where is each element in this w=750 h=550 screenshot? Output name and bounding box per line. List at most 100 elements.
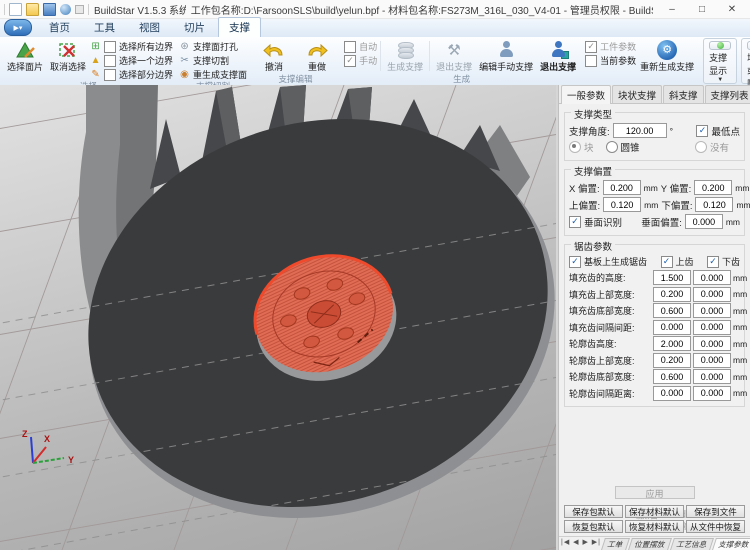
tab-nav-arrows[interactable]: |◀ ◀ ▶ ▶| xyxy=(561,538,601,546)
regen-surface-button[interactable]: ◉ 重生成支撑面 xyxy=(179,68,247,81)
contour-tooth-gap-input2[interactable] xyxy=(693,386,731,401)
window-controls: – □ ✕ xyxy=(658,1,746,17)
auto-label: 自动 xyxy=(359,40,377,53)
ribbon-group-support-edit: 撤消 重做 支撑编辑 xyxy=(251,37,340,85)
contour-tooth-height-input2[interactable] xyxy=(693,336,731,351)
vertical-face-checkbox[interactable] xyxy=(569,216,581,228)
fill-tooth-top-width-input2[interactable] xyxy=(693,287,731,302)
up-offset-input[interactable] xyxy=(603,197,641,212)
viewport-3d[interactable]: Z X Y xyxy=(0,85,556,550)
apply-button[interactable]: 应用 xyxy=(615,486,695,499)
add-remove-support-dropdown[interactable]: 增加或删除支撑 ▼ xyxy=(741,38,750,84)
tab-support-list[interactable]: 支撑列表 xyxy=(705,85,750,103)
app-menu-orb[interactable]: ▶▾ xyxy=(4,19,32,36)
vertical-offset-input[interactable] xyxy=(685,214,723,229)
angle-label: 支撑角度: xyxy=(569,124,610,138)
minimize-button[interactable]: – xyxy=(658,1,686,17)
support-display-dropdown[interactable]: 支撑显示 ▼ xyxy=(703,38,737,84)
database-icon xyxy=(397,39,414,60)
restore-from-file-button[interactable]: 从文件中恢复 xyxy=(686,520,745,533)
fill-tooth-bottom-width-input[interactable] xyxy=(653,303,691,318)
tab-tools[interactable]: 工具 xyxy=(83,17,126,37)
contour-tooth-top-width-input[interactable] xyxy=(653,353,691,368)
fill-tooth-top-width-input[interactable] xyxy=(653,287,691,302)
person-disc-icon xyxy=(499,39,514,60)
select-one-boundary-checkbox[interactable] xyxy=(104,55,116,67)
contour-tooth-height-input[interactable] xyxy=(653,336,691,351)
divider xyxy=(88,4,89,15)
tab-slant-support[interactable]: 斜支撑 xyxy=(663,85,704,103)
regen-support-button[interactable]: ⚙ 重新生成支撑 xyxy=(637,38,697,73)
base-sawtooth-checkbox[interactable] xyxy=(569,256,581,268)
restore-material-default-button[interactable]: 恢复材料默认 xyxy=(625,520,684,533)
radio-none[interactable] xyxy=(695,141,707,153)
upper-tooth-checkbox[interactable] xyxy=(661,256,673,268)
select-part-boundary-checkbox[interactable] xyxy=(104,69,116,81)
current-params-checkbox[interactable] xyxy=(585,55,597,67)
new-file-icon[interactable] xyxy=(9,3,22,16)
lower-tooth-checkbox[interactable] xyxy=(707,256,719,268)
maximize-button[interactable]: □ xyxy=(688,1,716,17)
select-one-boundary-label: 选择一个边界 xyxy=(119,54,173,67)
scissors-icon: ✂ xyxy=(179,56,190,66)
fill-tooth-gap-input[interactable] xyxy=(653,320,691,335)
save-package-default-button[interactable]: 保存包默认 xyxy=(564,505,623,518)
contour-tooth-bottom-width-input[interactable] xyxy=(653,369,691,384)
y-offset-input[interactable] xyxy=(694,180,732,195)
tab-block-support[interactable]: 块状支撑 xyxy=(612,85,662,103)
save-material-default-button[interactable]: 保存材料默认 xyxy=(625,505,684,518)
tab-home[interactable]: 首页 xyxy=(38,17,81,37)
bottom-tab-2[interactable]: 位置摆放 xyxy=(628,538,672,550)
fill-tooth-bottom-width-input2[interactable] xyxy=(693,303,731,318)
fill-tooth-gap-input2[interactable] xyxy=(693,320,731,335)
edit-manual-support-button[interactable]: 编辑手动支撑 xyxy=(476,38,536,73)
open-folder-icon[interactable] xyxy=(26,3,39,16)
down-offset-input[interactable] xyxy=(695,197,733,212)
undo-button[interactable]: 撤消 xyxy=(253,38,295,73)
select-patch-button[interactable]: 选择面片 xyxy=(4,38,46,73)
redo-button[interactable]: 重做 xyxy=(296,38,338,73)
generate-support-button[interactable]: 生成支撑 xyxy=(384,38,426,73)
divider xyxy=(429,41,430,71)
radio-block[interactable] xyxy=(569,141,581,153)
tab-slice[interactable]: 切片 xyxy=(173,17,216,37)
save-icon[interactable] xyxy=(43,3,56,16)
tab-support[interactable]: 支撑 xyxy=(218,17,261,37)
support-punch-button[interactable]: ⊛ 支撑面打孔 xyxy=(179,40,247,53)
tab-view[interactable]: 视图 xyxy=(128,17,171,37)
contour-tooth-bottom-width-input2[interactable] xyxy=(693,369,731,384)
bottom-tab-1[interactable]: 工单 xyxy=(601,538,630,550)
about-icon[interactable] xyxy=(60,4,71,15)
support-type-group: 支撑类型 支撑角度: ° 最低点 块 圆锥 没有 xyxy=(564,112,745,161)
exit-support-button-2[interactable]: 退出支撑 xyxy=(537,38,579,73)
bottom-tab-support-params[interactable]: 支撑参数 xyxy=(712,538,750,550)
save-to-file-button[interactable]: 保存到文件 xyxy=(686,505,745,518)
contour-tooth-gap-input[interactable] xyxy=(653,386,691,401)
auto-checkbox-row: 自动 xyxy=(344,40,377,53)
saw-row: 轮廓齿高度: mm xyxy=(569,336,740,351)
lowest-point-checkbox[interactable] xyxy=(696,125,708,137)
auto-checkbox[interactable] xyxy=(344,41,356,53)
axis-triad: Z X Y xyxy=(22,429,74,465)
divider xyxy=(380,41,381,71)
x-offset-input[interactable] xyxy=(603,180,641,195)
restore-package-default-button[interactable]: 恢复包默认 xyxy=(564,520,623,533)
select-all-boundary-checkbox[interactable] xyxy=(104,41,116,53)
fill-tooth-height-input[interactable] xyxy=(653,270,691,285)
cancel-select-button[interactable]: 取消选择 xyxy=(47,38,89,73)
select-patch-icon xyxy=(14,39,36,60)
contour-tooth-top-width-input2[interactable] xyxy=(693,353,731,368)
manual-checkbox[interactable] xyxy=(344,55,356,67)
radio-cone[interactable] xyxy=(606,141,618,153)
saw-row: 轮廓齿间隔距离: mm xyxy=(569,386,740,401)
close-button[interactable]: ✕ xyxy=(718,1,746,17)
angle-input[interactable] xyxy=(613,123,667,138)
customize-toolbar-icon[interactable] xyxy=(75,5,84,14)
saw-row: 填充齿上部宽度: mm xyxy=(569,287,740,302)
tab-general-params[interactable]: 一般参数 xyxy=(561,85,611,104)
support-cut-button[interactable]: ✂ 支撑切割 xyxy=(179,54,247,67)
exit-support-button-1[interactable]: ⚒ 退出支撑 xyxy=(433,38,475,73)
bottom-tab-3[interactable]: 工艺信息 xyxy=(670,538,714,550)
workpiece-params-checkbox[interactable] xyxy=(585,41,597,53)
fill-tooth-height-input2[interactable] xyxy=(693,270,731,285)
